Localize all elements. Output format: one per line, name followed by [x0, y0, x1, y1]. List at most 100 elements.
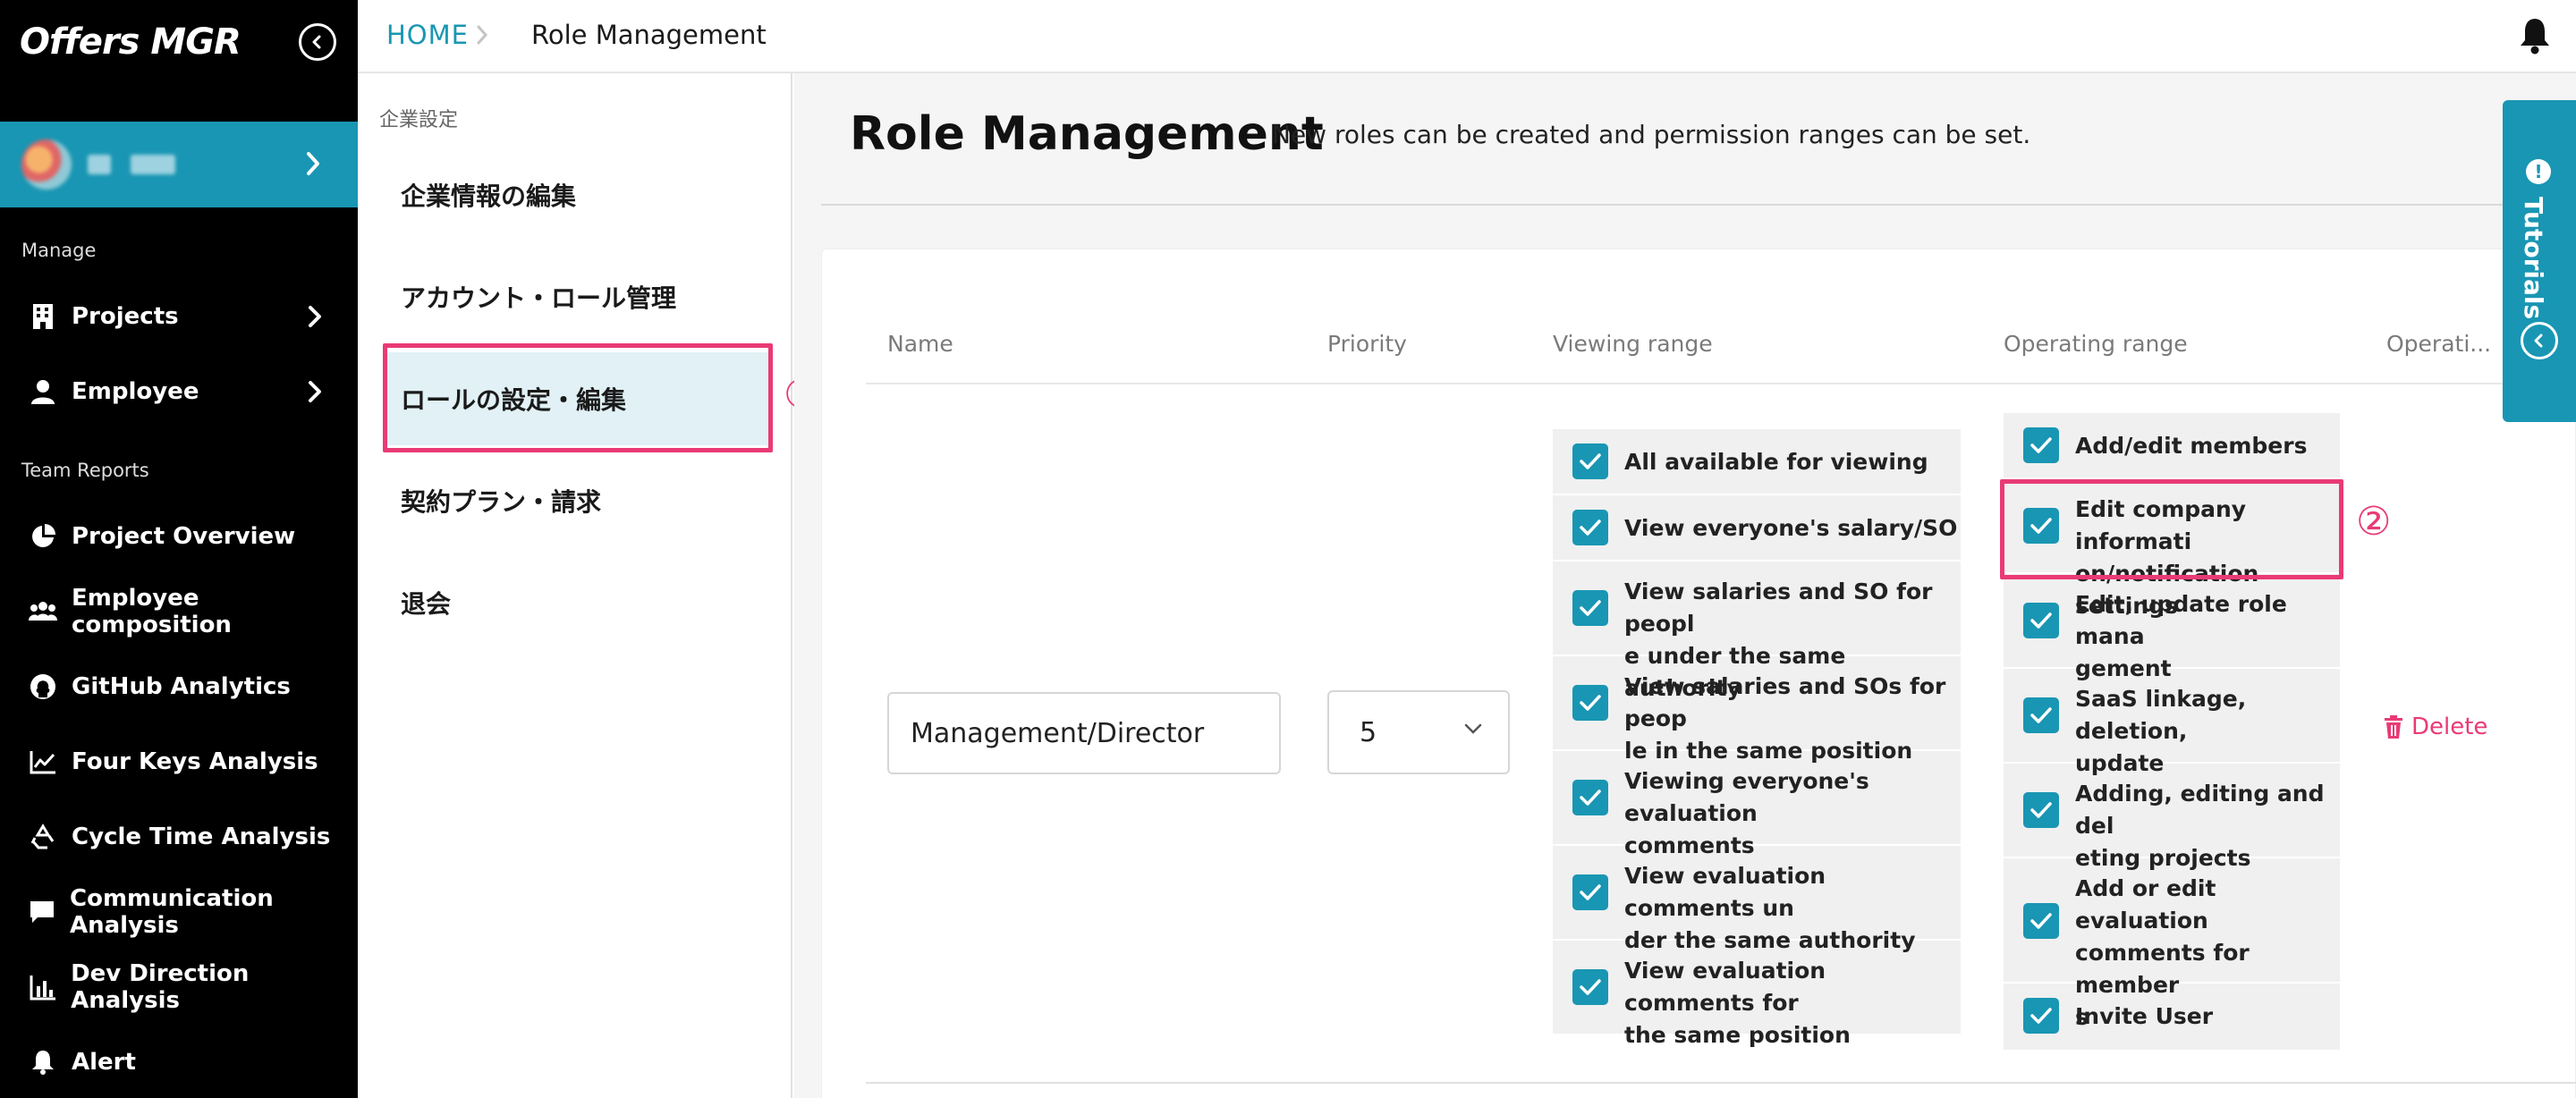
subnav-item-account-role[interactable]: アカウント・ロール管理: [385, 250, 769, 343]
checkbox-checked[interactable]: [2023, 697, 2059, 733]
viewing-permission-row: View evaluation comments for the same po…: [1553, 941, 1961, 1048]
user-profile-bar[interactable]: [0, 122, 358, 207]
chevron-down-icon: [1464, 723, 1482, 734]
checkbox-checked[interactable]: [2023, 508, 2059, 544]
people-icon: [29, 597, 57, 626]
checkbox-checked[interactable]: [2023, 427, 2059, 463]
sidebar-item-communication-analysis[interactable]: Communication Analysis: [0, 885, 358, 939]
sidebar-item-projects[interactable]: Projects: [0, 290, 358, 343]
notification-bell-icon[interactable]: [2517, 16, 2553, 55]
checkbox-checked[interactable]: [2023, 998, 2059, 1034]
collapse-sidebar-button[interactable]: [299, 23, 336, 61]
app-logo: Offers MGR: [20, 21, 242, 63]
column-header-name: Name: [887, 331, 953, 357]
checkbox-checked[interactable]: [1572, 780, 1608, 815]
permission-label: View evaluation comments for the same po…: [1624, 958, 1851, 1048]
checkbox-checked[interactable]: [1572, 510, 1608, 545]
section-label-manage: Manage: [21, 240, 97, 261]
checkmark-icon: [2030, 707, 2052, 723]
viewing-permission-row: View salaries and SOs for peop le in the…: [1553, 656, 1961, 764]
role-name-input[interactable]: [887, 692, 1281, 774]
checkmark-icon: [2030, 802, 2052, 818]
checkmark-icon: [1580, 790, 1601, 806]
checkmark-icon: [1580, 453, 1601, 469]
sidebar-item-label: Dev Direction Analysis: [71, 960, 250, 1014]
bar-chart-icon: [29, 973, 56, 1001]
checkbox-checked[interactable]: [1572, 874, 1608, 910]
priority-value: 5: [1360, 717, 1377, 748]
github-icon: [29, 672, 57, 701]
operating-permission-row: Invite User: [2004, 984, 2340, 1050]
chevron-right-icon: [309, 381, 321, 402]
operating-range-list: Add/edit members Edit company informati …: [2004, 413, 2340, 1050]
checkbox-checked[interactable]: [2023, 603, 2059, 638]
checkbox-checked[interactable]: [1572, 590, 1608, 626]
trash-icon: [2385, 715, 2402, 739]
operating-permission-row: Add or edit evaluation comments for memb…: [2004, 858, 2340, 1030]
settings-subnav: 企業設定 企業情報の編集 アカウント・ロール管理 ロールの設定・編集 契約プラン…: [358, 73, 792, 1098]
checkbox-checked[interactable]: [1572, 443, 1608, 479]
checkbox-checked[interactable]: [2023, 903, 2059, 939]
sidebar-item-label: Communication Analysis: [70, 885, 274, 939]
subnav-title: 企業設定: [379, 109, 459, 131]
divider: [821, 204, 2576, 206]
checkbox-checked[interactable]: [1572, 685, 1608, 721]
viewing-permission-row: Viewing everyone's evaluation comments: [1553, 751, 1961, 858]
table-header-divider: [866, 383, 2576, 384]
sidebar-item-cycle-time-analysis[interactable]: Cycle Time Analysis: [0, 810, 358, 864]
chat-bubble-icon: [29, 898, 55, 926]
viewing-permission-row: View salaries and SO for peopl e under t…: [1553, 562, 1961, 701]
recycle-icon: [29, 823, 57, 851]
permission-label: Invite User: [2075, 1003, 2214, 1029]
subnav-item-plan-billing[interactable]: 契約プラン・請求: [385, 454, 769, 547]
viewing-range-list: All available for viewing View everyone'…: [1553, 429, 1961, 1048]
avatar: [21, 139, 72, 190]
checkmark-icon: [1580, 600, 1601, 616]
sidebar-item-github-analytics[interactable]: GitHub Analytics: [0, 660, 358, 714]
operating-permission-row: SaaS linkage, deletion, update: [2004, 669, 2340, 776]
sidebar-item-alert[interactable]: Alert: [0, 1035, 358, 1089]
sidebar-item-label: Four Keys Analysis: [72, 748, 318, 775]
page-description: New roles can be created and permission …: [1272, 120, 2031, 149]
permission-label: Add/edit members: [2075, 433, 2308, 459]
sidebar-item-dev-direction-analysis[interactable]: Dev Direction Analysis: [0, 960, 358, 1014]
bell-icon: [29, 1048, 57, 1077]
building-icon: [29, 302, 57, 331]
sidebar-item-four-keys-analysis[interactable]: Four Keys Analysis: [0, 735, 358, 789]
breadcrumb-separator-icon: [477, 25, 488, 45]
checkmark-icon: [2030, 518, 2052, 534]
sidebar-item-label: Project Overview: [72, 523, 296, 550]
sidebar-item-label: Cycle Time Analysis: [72, 824, 331, 850]
sidebar-item-label: Projects: [72, 303, 179, 330]
checkmark-icon: [2030, 612, 2052, 629]
delete-label: Delete: [2411, 714, 2488, 740]
breadcrumb-home-link[interactable]: HOME: [386, 20, 469, 50]
checkmark-icon: [2030, 913, 2052, 929]
subnav-item-withdraw[interactable]: 退会: [385, 556, 769, 649]
info-icon: !: [2526, 159, 2551, 184]
chevron-left-icon: [312, 35, 321, 49]
tutorials-label: Tutorials: [2519, 197, 2548, 320]
section-label-team-reports: Team Reports: [21, 460, 149, 481]
breadcrumb-current: Role Management: [531, 20, 767, 50]
expand-tutorials-button[interactable]: [2521, 322, 2558, 359]
top-header: HOME Role Management: [358, 0, 2576, 73]
checkbox-checked[interactable]: [2023, 792, 2059, 828]
checkmark-icon: [2030, 1008, 2052, 1024]
person-icon: [29, 377, 57, 406]
main-content: Role Management New roles can be created…: [794, 73, 2576, 1098]
column-header-priority: Priority: [1327, 331, 1407, 357]
checkbox-checked[interactable]: [1572, 969, 1608, 1005]
tutorials-tab[interactable]: ! Tutorials: [2503, 100, 2576, 422]
sidebar-item-employee-composition[interactable]: Employee composition: [0, 585, 358, 638]
subnav-item-company-info[interactable]: 企業情報の編集: [385, 148, 769, 241]
sidebar-item-employee[interactable]: Employee: [0, 365, 358, 418]
operating-permission-row: Edit company informati on/notification s…: [2004, 479, 2340, 619]
subnav-item-role-settings[interactable]: ロールの設定・編集: [385, 352, 769, 445]
priority-select[interactable]: 5: [1327, 690, 1510, 774]
viewing-permission-row: View evaluation comments un der the same…: [1553, 846, 1961, 953]
permission-label: All available for viewing: [1624, 449, 1928, 475]
operating-permission-row: Adding, editing and del eting projects: [2004, 764, 2340, 871]
sidebar-item-project-overview[interactable]: Project Overview: [0, 510, 358, 563]
delete-role-button[interactable]: Delete: [2383, 714, 2487, 740]
